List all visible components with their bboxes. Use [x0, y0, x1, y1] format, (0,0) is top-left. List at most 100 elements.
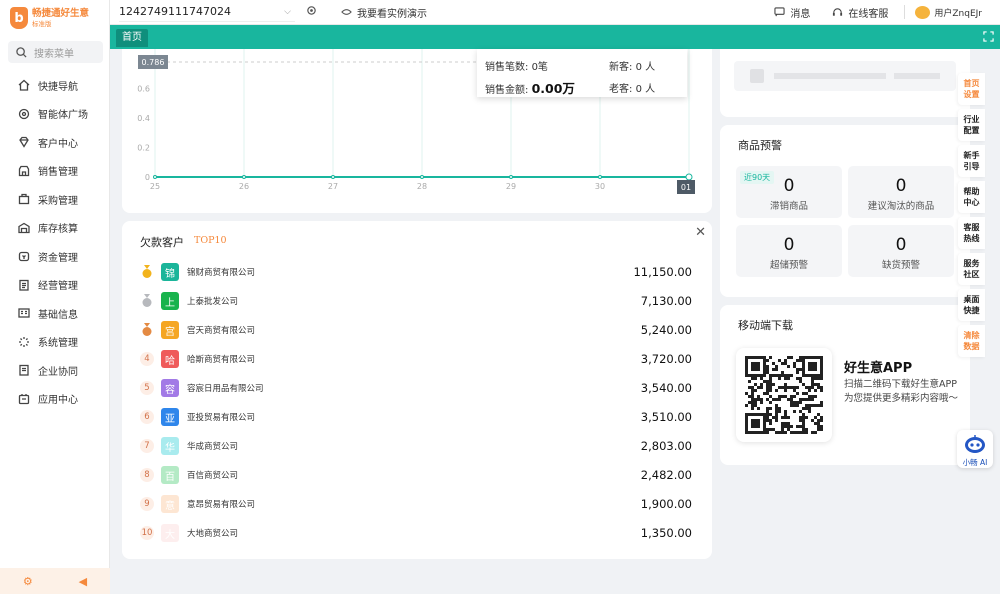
out-of-stock-box[interactable]: 0 缺货预警: [848, 225, 954, 277]
sales-count: 0笔: [531, 61, 548, 73]
dock-item[interactable]: 服务社区: [958, 253, 985, 285]
eliminate-products-box[interactable]: 0 建议淘汰的商品: [848, 166, 954, 218]
mobile-download-card: 移动端下载 好生意APP 扫描二维码下载好生意APP 为您提供更多精彩内容哦～: [720, 305, 970, 465]
debt-amount: 5,240.00: [640, 323, 692, 337]
company-settings-icon[interactable]: [306, 5, 317, 19]
divider: [904, 5, 906, 19]
debt-row[interactable]: 7 华华成商贸公司 2,803.00: [140, 436, 692, 456]
sidebar-item-loading[interactable]: 系统管理: [0, 328, 109, 357]
app-icon: [18, 393, 30, 404]
debt-row[interactable]: 1锦锦财商贸有限公司 11,150.00: [140, 262, 692, 282]
dock-label: 首页设置: [963, 79, 980, 99]
sidebar-item-diamond[interactable]: 客户中心: [0, 128, 109, 157]
debt-row[interactable]: 10 大大地商贸公司 1,350.00: [140, 523, 692, 543]
robot-icon: [965, 435, 985, 453]
sidebar-item-ai[interactable]: 智能体广场: [0, 100, 109, 129]
sidebar-item-label: 企业协同: [38, 366, 78, 378]
sidebar-item-label: 快捷导航: [38, 81, 78, 93]
debt-row[interactable]: 5 容容宸日用品有限公司 3,540.00: [140, 378, 692, 398]
customer-avatar: 亚: [161, 408, 179, 426]
sidebar-item-label: 库存核算: [38, 224, 78, 236]
app-name: 畅捷通好生意: [32, 8, 90, 19]
warehouse-icon: [18, 222, 30, 233]
overview-card: [720, 49, 970, 117]
sidebar-item-money[interactable]: 资金管理: [0, 242, 109, 271]
debt-row[interactable]: 8 百百信商贸公司 2,482.00: [140, 465, 692, 485]
money-icon: [18, 252, 30, 262]
sidebar-item-label: 应用中心: [38, 395, 78, 407]
search-icon: [16, 46, 27, 58]
bag-icon: [18, 194, 30, 205]
customer-avatar: 百: [161, 466, 179, 484]
warning-count: 0: [895, 176, 907, 196]
rank-number: 6: [140, 410, 154, 424]
topbar: 1242749111747024 ⌵ 我要看实例演示 消息 在线客服 用户Znq…: [110, 0, 1000, 25]
dock-item[interactable]: 桌面快捷: [958, 289, 985, 321]
warning-label: 超储预警: [769, 260, 808, 271]
dock-item[interactable]: 首页设置: [958, 73, 985, 105]
debt-amount: 11,150.00: [633, 265, 692, 279]
x-tick-label: 01: [681, 183, 691, 192]
customer-avatar: 大: [161, 524, 179, 542]
chevron-down-icon: ⌵: [284, 6, 291, 17]
user-label: 用户ZnqEJr: [934, 8, 982, 19]
company-selector[interactable]: 1242749111747024 ⌵: [119, 3, 295, 22]
collapse-sidebar-icon[interactable]: ◀: [79, 575, 87, 588]
sidebar-item-app[interactable]: 应用中心: [0, 385, 109, 414]
dock-item[interactable]: 新手引导: [958, 145, 985, 177]
demo-button[interactable]: 我要看实例演示: [341, 5, 427, 20]
debt-row[interactable]: 4 哈哈斯商贸有限公司 3,720.00: [140, 349, 692, 369]
menu-search-input[interactable]: 搜索菜单: [8, 41, 103, 63]
sidebar-item-shop[interactable]: 销售管理: [0, 157, 109, 186]
tab-strip: 首页: [110, 25, 1000, 49]
y-tick-label: 0.6: [137, 84, 150, 93]
loading-icon: [19, 336, 29, 347]
dock-item[interactable]: 清除数据: [958, 325, 985, 357]
qr-code: [736, 348, 832, 442]
sidebar-item-label: 经营管理: [38, 281, 78, 293]
dock-item[interactable]: 行业配置: [958, 109, 985, 141]
customer-name: 宫天商贸有限公司: [187, 326, 256, 336]
unsold-products-box[interactable]: 近90天 0 滞销商品: [736, 166, 842, 218]
online-service-button[interactable]: 在线客服: [832, 5, 888, 20]
home-icon: [18, 79, 30, 91]
warning-label: 缺货预警: [881, 260, 920, 271]
sidebar-item-label: 客户中心: [38, 138, 78, 150]
debt-row[interactable]: 2上上泰批发公司 7,130.00: [140, 291, 692, 311]
tab-home[interactable]: 首页: [116, 29, 148, 47]
sales-amount-label: 销售金额:: [485, 84, 529, 96]
chart-tooltip: 销售笔数: 0笔 新客: 0 人 销售金额: 0.00万 老客: 0 人: [477, 49, 687, 97]
fullscreen-icon[interactable]: [983, 31, 994, 42]
messages-button[interactable]: 消息: [774, 5, 810, 20]
overstock-box[interactable]: 0 超储预警: [736, 225, 842, 277]
customer-avatar: 华: [161, 437, 179, 455]
customer-avatar: 锦: [161, 263, 179, 281]
settings-icon[interactable]: ⚙: [23, 575, 33, 588]
messages-label: 消息: [790, 8, 811, 20]
user-menu[interactable]: 用户ZnqEJr: [915, 5, 982, 19]
dock-item[interactable]: 帮助中心: [958, 181, 985, 213]
x-tick-label: 25: [150, 182, 160, 191]
sidebar-item-clipboard[interactable]: 经营管理: [0, 271, 109, 300]
debt-subtitle: TOP10: [194, 235, 227, 246]
service-label: 在线客服: [848, 8, 889, 20]
rank-number: 9: [140, 497, 154, 511]
debt-row[interactable]: 6 亚亚投贸易有限公司 3,510.00: [140, 407, 692, 427]
close-icon[interactable]: ✕: [695, 225, 706, 240]
customer-name: 亚投贸易有限公司: [187, 413, 256, 423]
sidebar-item-home[interactable]: 快捷导航: [0, 71, 109, 100]
sidebar-item-bag[interactable]: 采购管理: [0, 185, 109, 214]
debt-row[interactable]: 9 意意昂贸易有限公司 1,900.00: [140, 494, 692, 514]
rank-number: 8: [140, 468, 154, 482]
app-edition: 标准版: [32, 19, 52, 28]
app-logo[interactable]: b 畅捷通好生意 标准版: [0, 0, 109, 36]
dock-item[interactable]: 客服热线: [958, 217, 985, 249]
sidebar-item-warehouse[interactable]: 库存核算: [0, 214, 109, 243]
ai-assistant-button[interactable]: 小畅 AI: [957, 430, 993, 468]
debt-row[interactable]: 3宫宫天商贸有限公司 5,240.00: [140, 320, 692, 340]
sidebar-item-info[interactable]: 基础信息: [0, 299, 109, 328]
sidebar-item-document[interactable]: 企业协同: [0, 356, 109, 385]
rank-number: 7: [140, 439, 154, 453]
sales-count-label: 销售笔数:: [485, 61, 529, 73]
ai-icon: [18, 108, 30, 119]
